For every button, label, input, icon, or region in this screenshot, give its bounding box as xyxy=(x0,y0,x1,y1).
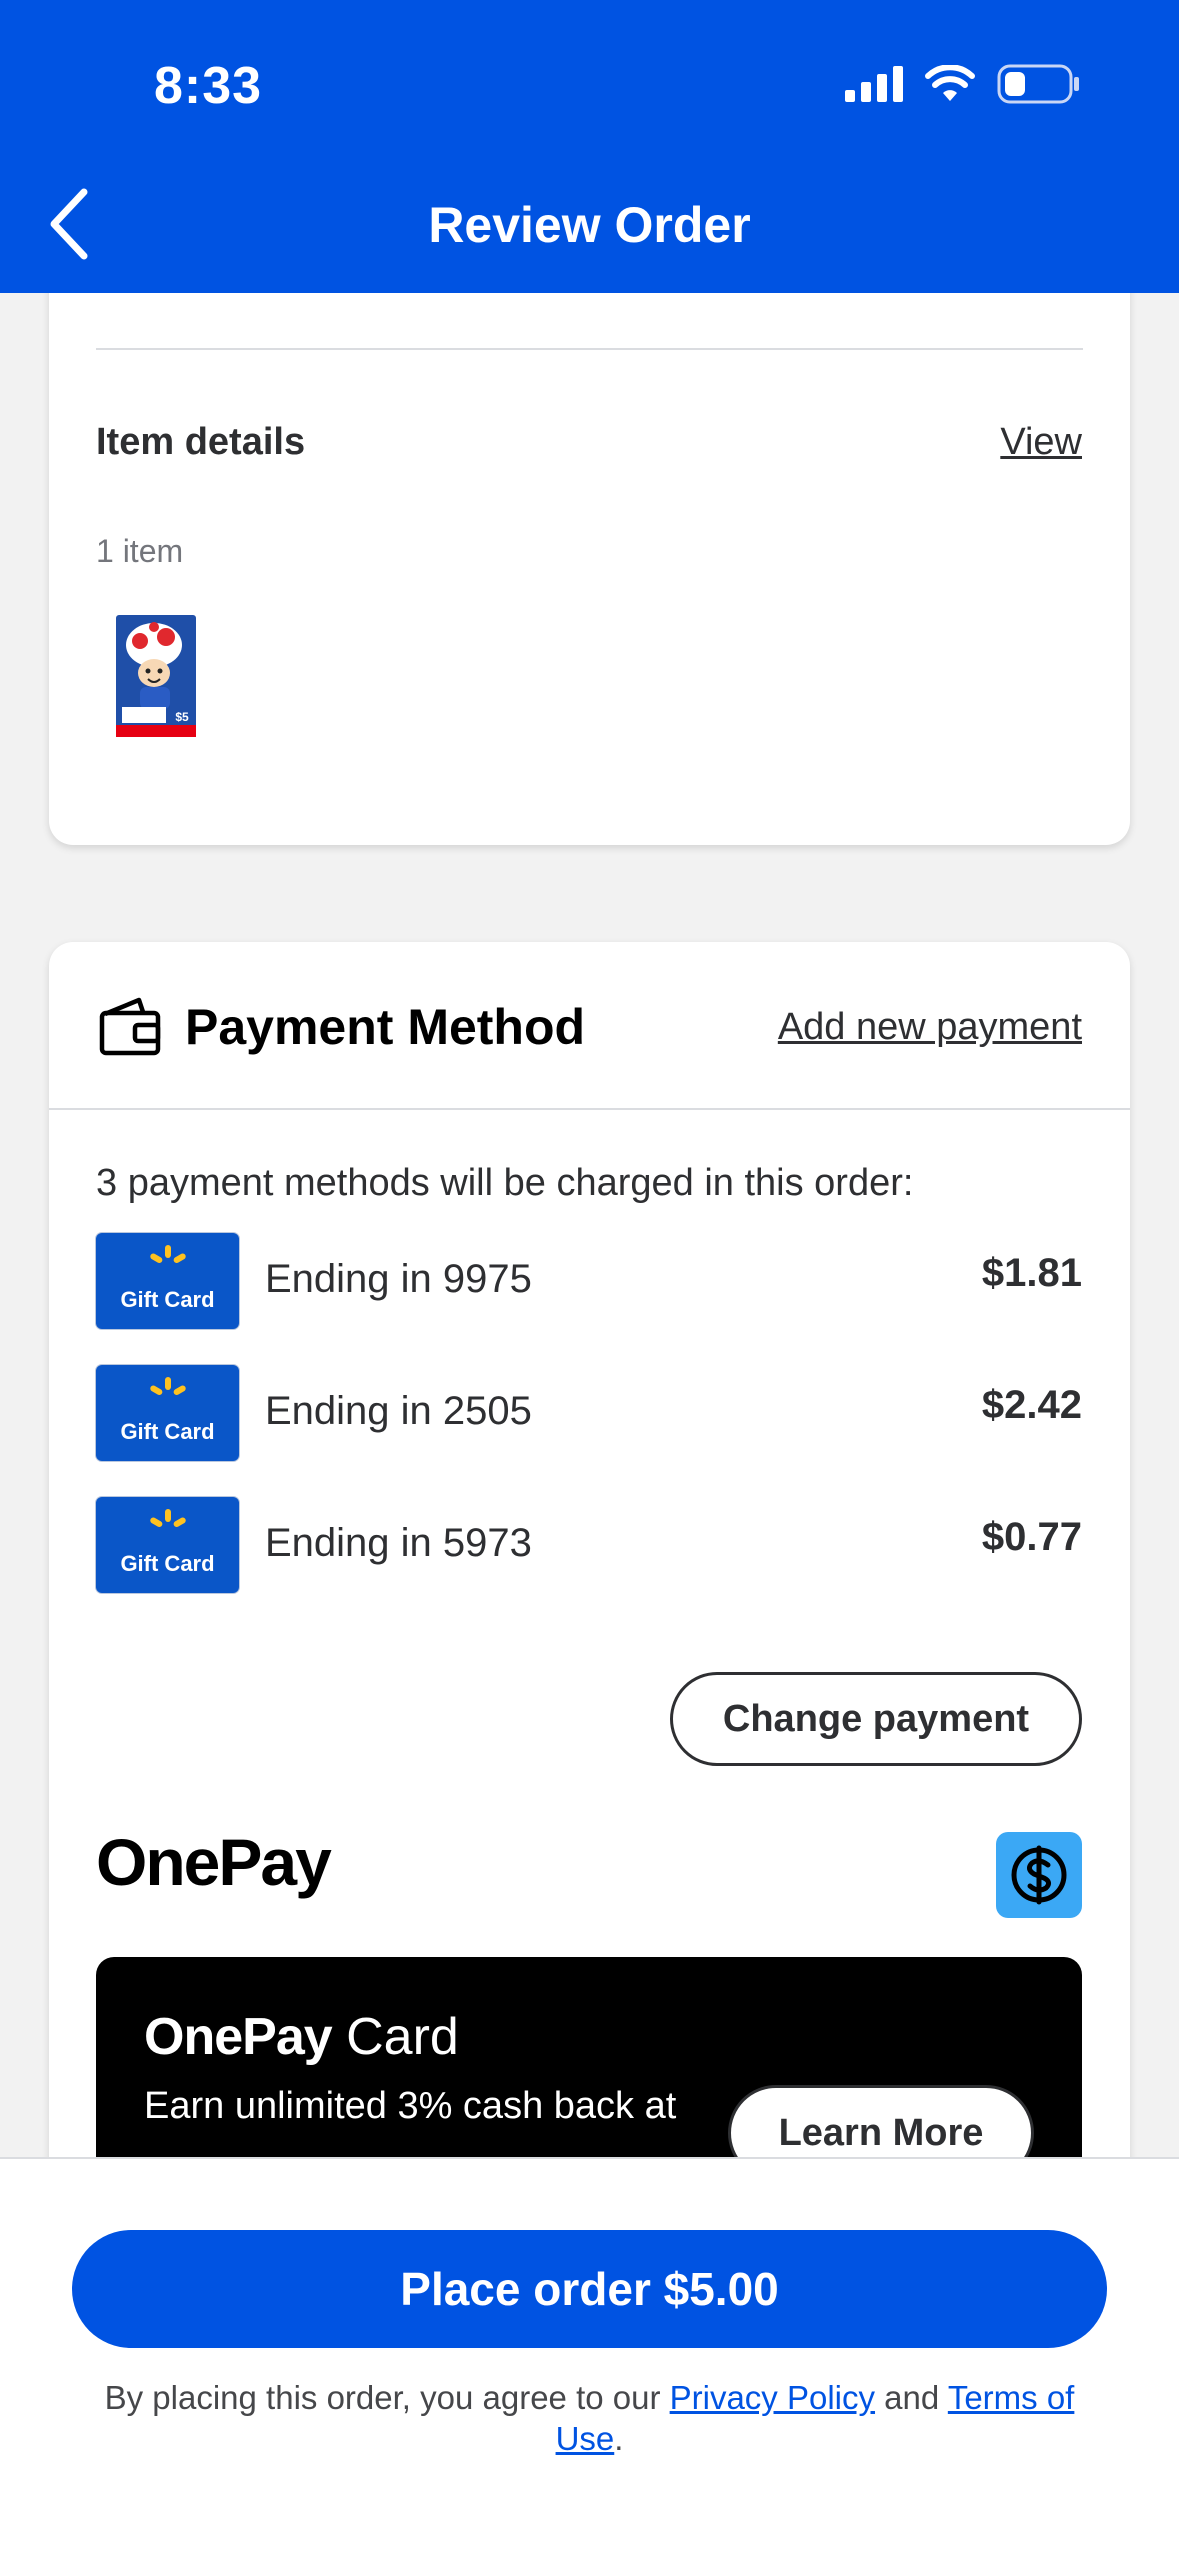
privacy-policy-link[interactable]: Privacy Policy xyxy=(670,2379,875,2416)
walmart-spark-icon xyxy=(150,1509,186,1527)
payment-method-title: Payment Method xyxy=(185,999,586,1055)
wallet-icon xyxy=(99,997,161,1056)
payment-method-card: Payment Method Add new payment 3 payment… xyxy=(49,942,1130,2157)
payment-method-row: Gift Card Ending in 9975 $1.81 xyxy=(96,1233,1082,1329)
place-order-button[interactable]: Place order $5.00 xyxy=(72,2230,1107,2348)
payment-ending: Ending in 2505 xyxy=(265,1389,532,1433)
legal-disclaimer: By placing this order, you agree to our … xyxy=(104,2379,1075,2457)
payment-method-header: Payment Method Add new payment xyxy=(49,942,1130,1110)
payment-ending: Ending in 9975 xyxy=(265,1257,532,1301)
order-review-content[interactable]: Item details View 1 item $5 Payment Meth… xyxy=(0,293,1179,2157)
walmart-spark-icon xyxy=(150,1377,186,1395)
promo-title: OnePay Card xyxy=(144,2008,459,2066)
item-count: 1 item xyxy=(96,533,184,569)
onepay-dollar-icon[interactable] xyxy=(996,1832,1082,1918)
status-time: 8:33 xyxy=(154,57,263,115)
payment-amount: $2.42 xyxy=(981,1383,1082,1427)
item-details-card: Item details View 1 item $5 xyxy=(49,293,1130,845)
add-new-payment-link[interactable]: Add new payment xyxy=(778,1006,1082,1049)
walmart-spark-icon xyxy=(150,1245,186,1263)
payment-amount: $0.77 xyxy=(981,1515,1082,1559)
gift-card-icon: Gift Card xyxy=(96,1365,239,1461)
battery-icon xyxy=(997,64,1079,104)
status-icons xyxy=(845,64,1081,104)
change-payment-button[interactable]: Change payment xyxy=(670,1672,1082,1766)
payment-ending: Ending in 5973 xyxy=(265,1521,532,1565)
gift-card-icon: Gift Card xyxy=(96,1233,239,1329)
payment-amount: $1.81 xyxy=(981,1251,1082,1295)
checkout-footer: Place order $5.00 By placing this order,… xyxy=(0,2157,1179,2556)
payment-method-row: Gift Card Ending in 5973 $0.77 xyxy=(96,1497,1082,1593)
onepay-logo: OnePay xyxy=(96,1825,332,1899)
page-title: Review Order xyxy=(428,197,751,253)
item-details-heading: Item details xyxy=(96,421,306,463)
cellular-signal-icon xyxy=(845,66,903,102)
gift-card-icon: Gift Card xyxy=(96,1497,239,1593)
svg-text:$5: $5 xyxy=(175,710,189,724)
view-items-link[interactable]: View xyxy=(1000,421,1082,464)
onepay-dollar-icon-glyph xyxy=(1011,1845,1067,1905)
payment-summary-text: 3 payment methods will be charged in thi… xyxy=(96,1162,914,1204)
wifi-icon xyxy=(925,65,975,101)
learn-more-button[interactable]: Learn More xyxy=(728,2085,1034,2157)
product-thumbnail: $5 xyxy=(116,615,196,737)
divider xyxy=(96,348,1083,350)
onepay-promo-banner: OnePay Card Earn unlimited 3% cash back … xyxy=(96,1957,1082,2157)
promo-text: Earn unlimited 3% cash back at xyxy=(144,2085,677,2127)
payment-method-row: Gift Card Ending in 2505 $2.42 xyxy=(96,1365,1082,1461)
app-header: 8:33 Review Order xyxy=(0,0,1179,293)
